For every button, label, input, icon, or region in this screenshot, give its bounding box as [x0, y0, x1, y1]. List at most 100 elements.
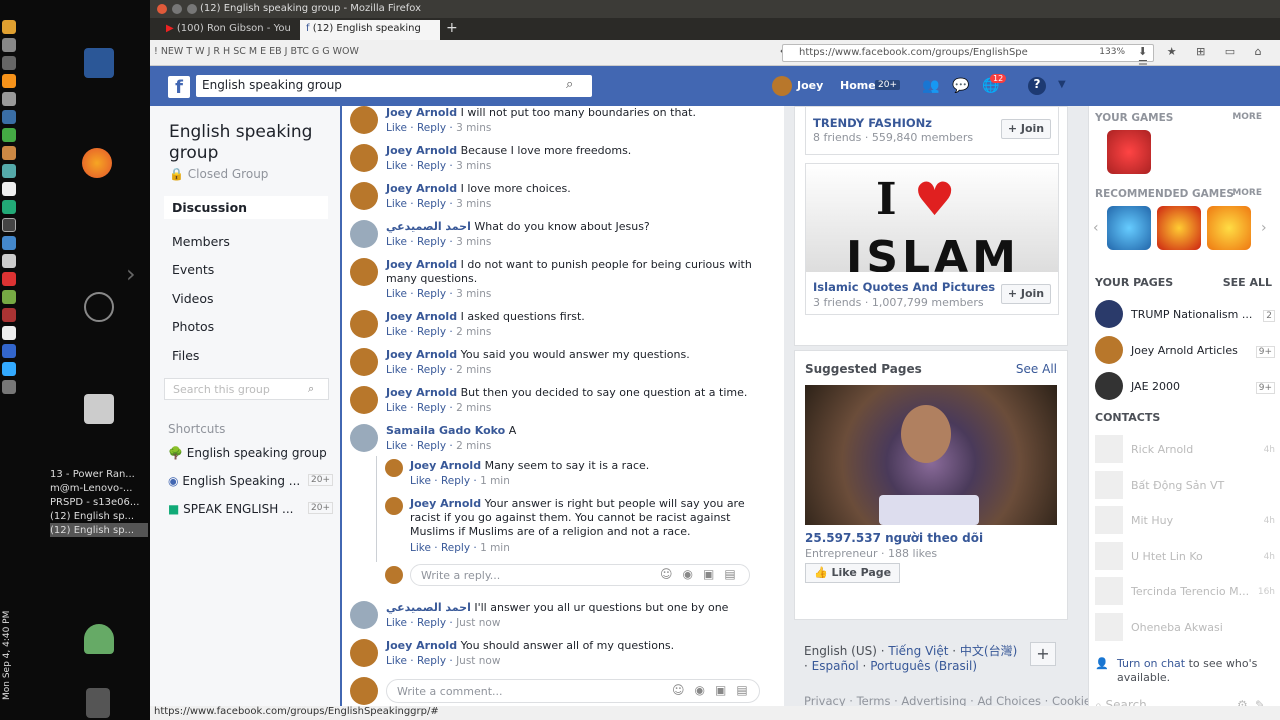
like-link[interactable]: Like — [410, 475, 431, 487]
contact-item[interactable]: Rick Arnold 4h — [1095, 435, 1275, 465]
avatar[interactable] — [350, 601, 378, 629]
language-link[interactable]: Español — [812, 659, 859, 673]
trash-icon[interactable] — [86, 688, 110, 718]
page-name-link[interactable]: 25.597.537 người theo dõi — [805, 531, 983, 545]
reply-link[interactable]: Reply — [417, 655, 446, 667]
avatar[interactable] — [350, 386, 378, 414]
reply-link[interactable]: Reply — [417, 440, 446, 452]
commenter-name-link[interactable]: احمد الصميدعي — [386, 601, 471, 614]
avatar[interactable] — [350, 144, 378, 172]
like-link[interactable]: Like — [386, 122, 407, 134]
commenter-name-link[interactable]: Samaila Gado Koko — [386, 424, 505, 437]
like-link[interactable]: Like — [386, 326, 407, 338]
avatar[interactable] — [350, 310, 378, 338]
more-link[interactable]: MORE — [1232, 188, 1262, 198]
avatar[interactable] — [350, 348, 378, 376]
commenter-name-link[interactable]: Joey Arnold — [386, 182, 457, 195]
contact-item[interactable]: Tercinda Terencio M... 16h — [1095, 577, 1275, 607]
see-all-link[interactable]: See All — [1016, 362, 1057, 376]
facebook-logo-icon[interactable]: f — [168, 76, 190, 98]
archive-icon[interactable] — [84, 394, 114, 424]
page-item[interactable]: Joey Arnold Articles 9+ — [1095, 336, 1275, 366]
group-title[interactable]: English speaking group — [169, 122, 319, 164]
minimize-window-button[interactable] — [172, 4, 182, 14]
reply-link[interactable]: Reply — [441, 475, 470, 487]
language-link[interactable]: English (US) — [804, 644, 877, 658]
reply-link[interactable]: Reply — [417, 160, 446, 172]
compose-icon[interactable]: ✎ — [1255, 698, 1265, 706]
zoom-level[interactable]: 133% — [1099, 47, 1125, 57]
shortcut-item[interactable]: 🌳 English speaking group — [168, 446, 333, 460]
friends-icon[interactable]: 👥 — [922, 78, 939, 94]
like-link[interactable]: Like — [386, 440, 407, 452]
avatar[interactable] — [350, 258, 378, 286]
composer-icons[interactable]: ☺◉▣▤ — [660, 567, 746, 581]
home-link[interactable]: Home — [840, 79, 876, 92]
reply-link[interactable]: Reply — [417, 198, 446, 210]
commenter-name-link[interactable]: Joey Arnold — [386, 258, 457, 271]
like-link[interactable]: Like — [386, 160, 407, 172]
close-window-button[interactable] — [157, 4, 167, 14]
game-icon[interactable] — [1207, 206, 1251, 250]
group-cover-image[interactable]: I ♥ ISLAM — [806, 164, 1058, 272]
commenter-name-link[interactable]: Joey Arnold — [410, 497, 481, 510]
search-icon[interactable]: ⌕ — [566, 77, 573, 92]
user-icon[interactable] — [84, 624, 114, 654]
nav-videos[interactable]: Videos — [164, 287, 328, 310]
commenter-name-link[interactable]: Joey Arnold — [386, 386, 457, 399]
maximize-window-button[interactable] — [187, 4, 197, 14]
page-item[interactable]: TRUMP Nationalism ... 2 — [1095, 300, 1275, 330]
nav-members[interactable]: Members — [164, 230, 328, 253]
like-link[interactable]: Like — [386, 198, 407, 210]
language-link[interactable]: Tiếng Việt — [888, 644, 948, 658]
game-icon[interactable] — [1107, 206, 1151, 250]
bookmarks-bar[interactable]: ! NEW T W J R H SC M E EB J BTC G G WOW — [154, 46, 774, 57]
os-launcher[interactable] — [2, 20, 20, 700]
join-group-button[interactable]: + Join — [1001, 284, 1051, 304]
reply-link[interactable]: Reply — [417, 326, 446, 338]
chat-search-input[interactable]: ⌕ Search — [1095, 698, 1225, 706]
facebook-search-input[interactable]: English speaking group — [196, 75, 592, 97]
avatar[interactable] — [385, 459, 403, 477]
tab-facebook[interactable]: f (12) English speaking — [300, 20, 440, 40]
turn-on-chat-link[interactable]: Turn on chat — [1117, 657, 1185, 670]
profile-link[interactable]: Joey — [797, 79, 823, 92]
language-link[interactable]: 中文(台灣) — [960, 644, 1017, 658]
like-link[interactable]: Like — [386, 236, 407, 248]
reply-link[interactable]: Reply — [417, 617, 446, 629]
nav-files[interactable]: Files — [164, 344, 328, 367]
language-link[interactable]: Português (Brasil) — [870, 659, 977, 673]
help-icon[interactable]: ? — [1028, 77, 1046, 95]
firefox-icon[interactable] — [82, 148, 112, 178]
chevron-right-icon[interactable]: › — [126, 260, 136, 288]
reply-link[interactable]: Reply — [441, 542, 470, 554]
group-name-link[interactable]: Islamic Quotes And Pictures — [813, 280, 995, 294]
reply-link[interactable]: Reply — [417, 288, 446, 300]
join-group-button[interactable]: + Join — [1001, 119, 1051, 139]
page-cover-image[interactable] — [805, 385, 1057, 525]
avatar[interactable] — [350, 639, 378, 667]
game-icon[interactable] — [1157, 206, 1201, 250]
avatar[interactable] — [350, 106, 378, 134]
composer-icons[interactable]: ☺◉▣▤ — [672, 683, 758, 697]
like-link[interactable]: Like — [386, 617, 407, 629]
game-icon[interactable] — [1107, 130, 1151, 174]
commenter-name-link[interactable]: Joey Arnold — [410, 459, 481, 472]
gear-icon[interactable]: ⚙ — [1237, 698, 1248, 706]
reply-link[interactable]: Reply — [417, 402, 446, 414]
reply-link[interactable]: Reply — [417, 236, 446, 248]
ubuntu-icon[interactable] — [84, 292, 114, 322]
tab-youtube[interactable]: ▶ (100) Ron Gibson - You — [160, 20, 292, 40]
contact-item[interactable]: U Htet Lin Ko 4h — [1095, 541, 1275, 572]
like-link[interactable]: Like — [410, 542, 431, 554]
avatar[interactable] — [350, 182, 378, 210]
messenger-icon[interactable]: 💬 — [952, 78, 969, 94]
like-link[interactable]: Like — [386, 402, 407, 414]
commenter-name-link[interactable]: Joey Arnold — [386, 106, 457, 119]
nav-photos[interactable]: Photos — [164, 315, 328, 338]
clock[interactable]: Mon Sep 4, 4:40 PM — [2, 600, 18, 700]
see-all-link[interactable]: SEE ALL — [1223, 276, 1272, 289]
shortcut-item[interactable]: ■ SPEAK ENGLISH ... 20+ — [168, 502, 333, 516]
chevron-left-icon[interactable]: ‹ — [1093, 220, 1099, 236]
nav-events[interactable]: Events — [164, 258, 328, 281]
